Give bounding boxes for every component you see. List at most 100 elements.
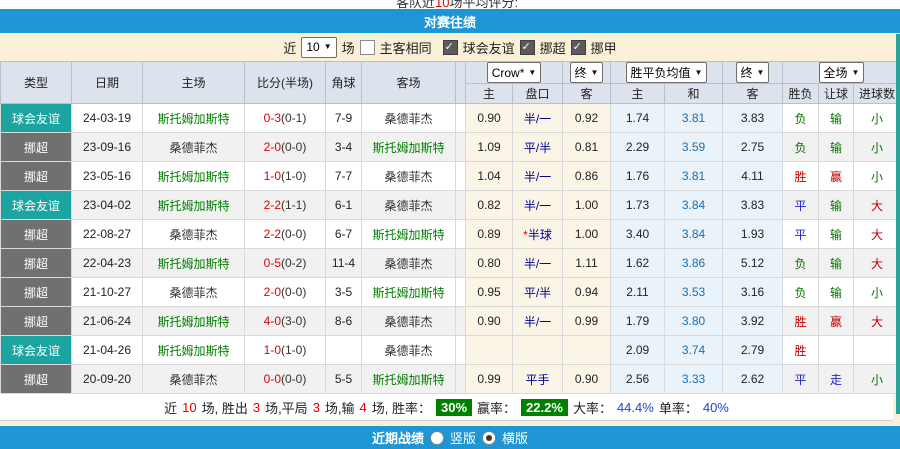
score-cell: 1-0(1-0) — [245, 336, 326, 365]
vertical-layout-radio[interactable] — [430, 431, 444, 445]
vertical-layout-label: 竖版 — [450, 428, 476, 447]
match-date: 23-09-16 — [72, 133, 143, 162]
avg-header: 胜平负均值 ▼ — [611, 62, 723, 84]
avg-select[interactable]: 胜平负均值 ▼ — [626, 62, 708, 83]
away-team: 桑德菲杰 — [362, 162, 456, 191]
col-odds-away: 客 — [563, 84, 611, 104]
home-team: 桑德菲杰 — [143, 365, 245, 394]
table-row: 球会友谊 21-04-26 斯托姆加斯特 1-0(1-0) 桑德菲杰 2.09 … — [1, 336, 900, 365]
match-type-badge: 挪超 — [1, 278, 72, 307]
col-odds-handicap: 盘口 — [513, 84, 563, 104]
chevron-down-icon: ▼ — [528, 69, 536, 77]
obos-checkbox[interactable] — [571, 40, 586, 55]
corner-count: 6-1 — [326, 191, 362, 220]
full-time-score: 4-0 — [264, 314, 281, 328]
result-cell: 负 — [783, 278, 819, 307]
result-cell: 负 — [783, 249, 819, 278]
score-cell: 1-0(1-0) — [245, 162, 326, 191]
full-time-score: 1-0 — [264, 343, 281, 357]
match-type-badge: 挪超 — [1, 162, 72, 191]
home-team: 斯托姆加斯特 — [143, 249, 245, 278]
match-type-badge: 挪超 — [1, 365, 72, 394]
odds-home — [466, 336, 513, 365]
match-count-select[interactable]: 10 ▼ — [301, 37, 336, 58]
odds-home: 1.09 — [466, 133, 513, 162]
half-time-score: (1-0) — [281, 169, 306, 183]
avg-time-select[interactable]: 终 ▼ — [736, 62, 770, 83]
avg-away: 3.92 — [723, 307, 783, 336]
odds-company-select[interactable]: Crow* ▼ — [487, 62, 542, 83]
handicap-value: 半/一 — [524, 199, 551, 213]
matches-tbody: 球会友谊 24-03-19 斯托姆加斯特 0-3(0-1) 7-9 桑德菲杰 0… — [1, 104, 900, 394]
avg-home: 1.74 — [611, 104, 665, 133]
handicap-result-cell: 输 — [819, 220, 854, 249]
odds-home: 1.04 — [466, 162, 513, 191]
odds-away: 1.00 — [563, 191, 611, 220]
separator-cell — [456, 278, 466, 307]
separator-cell — [456, 307, 466, 336]
odds-home: 0.90 — [466, 307, 513, 336]
avg-away: 3.16 — [723, 278, 783, 307]
horizontal-layout-radio[interactable] — [482, 431, 496, 445]
result-cell: 平 — [783, 220, 819, 249]
col-away: 客场 — [362, 62, 456, 104]
eliteserien-checkbox[interactable] — [520, 40, 535, 55]
same-venue-checkbox[interactable] — [360, 40, 375, 55]
friendly-label: 球会友谊 — [463, 38, 515, 57]
half-time-score: (0-0) — [281, 285, 306, 299]
chevron-down-icon: ▼ — [591, 69, 599, 77]
away-team: 桑德菲杰 — [362, 104, 456, 133]
odds-home: 0.95 — [466, 278, 513, 307]
odds-handicap: 平/半 — [513, 278, 563, 307]
handicap-value: 半/一 — [524, 112, 551, 126]
scope-select[interactable]: 全场 ▼ — [819, 62, 865, 83]
match-date: 21-06-24 — [72, 307, 143, 336]
goals-result-cell: 大 — [854, 191, 900, 220]
away-team: 桑德菲杰 — [362, 191, 456, 220]
match-count-value: 10 — [306, 40, 319, 54]
full-time-score: 2-0 — [264, 285, 281, 299]
handicap-result-cell — [819, 336, 854, 365]
avg-draw: 3.84 — [665, 191, 723, 220]
score-cell: 4-0(3-0) — [245, 307, 326, 336]
odds-home: 0.82 — [466, 191, 513, 220]
handicap-result-cell: 输 — [819, 249, 854, 278]
away-team: 斯托姆加斯特 — [362, 365, 456, 394]
odds-handicap: 半/一 — [513, 249, 563, 278]
half-time-score: (0-0) — [281, 140, 306, 154]
odds-handicap: 半/一 — [513, 307, 563, 336]
avg-away: 3.83 — [723, 191, 783, 220]
avg-away: 1.93 — [723, 220, 783, 249]
avg-draw: 3.80 — [665, 307, 723, 336]
avg-draw: 3.81 — [665, 104, 723, 133]
separator-cell — [456, 220, 466, 249]
friendly-checkbox[interactable] — [443, 40, 458, 55]
odds-handicap — [513, 336, 563, 365]
col-score: 比分(半场) — [245, 62, 326, 104]
score-cell: 0-3(0-1) — [245, 104, 326, 133]
separator-cell — [456, 133, 466, 162]
result-cell: 平 — [783, 191, 819, 220]
goals-result-cell: 小 — [854, 278, 900, 307]
avg-home: 3.40 — [611, 220, 665, 249]
avg-draw: 3.53 — [665, 278, 723, 307]
score-cell: 0-5(0-2) — [245, 249, 326, 278]
odds-handicap: 半/一 — [513, 104, 563, 133]
handicap-value: 半/一 — [524, 170, 551, 184]
corner-count: 7-9 — [326, 104, 362, 133]
handicap-value: 平手 — [525, 373, 549, 387]
odds-home: 0.90 — [466, 104, 513, 133]
avg-home: 1.73 — [611, 191, 665, 220]
single-rate-value: 40% — [703, 400, 729, 415]
losses-count: 4 — [360, 400, 367, 415]
col-handicap-result: 让球 — [819, 84, 854, 104]
odds-time-select[interactable]: 终 ▼ — [570, 62, 604, 83]
avg-home: 2.09 — [611, 336, 665, 365]
match-type-badge: 挪超 — [1, 307, 72, 336]
odds-away: 0.81 — [563, 133, 611, 162]
match-date: 21-04-26 — [72, 336, 143, 365]
corner-count: 3-5 — [326, 278, 362, 307]
away-team: 桑德菲杰 — [362, 307, 456, 336]
separator-cell — [456, 365, 466, 394]
handicap-result-cell: 输 — [819, 133, 854, 162]
